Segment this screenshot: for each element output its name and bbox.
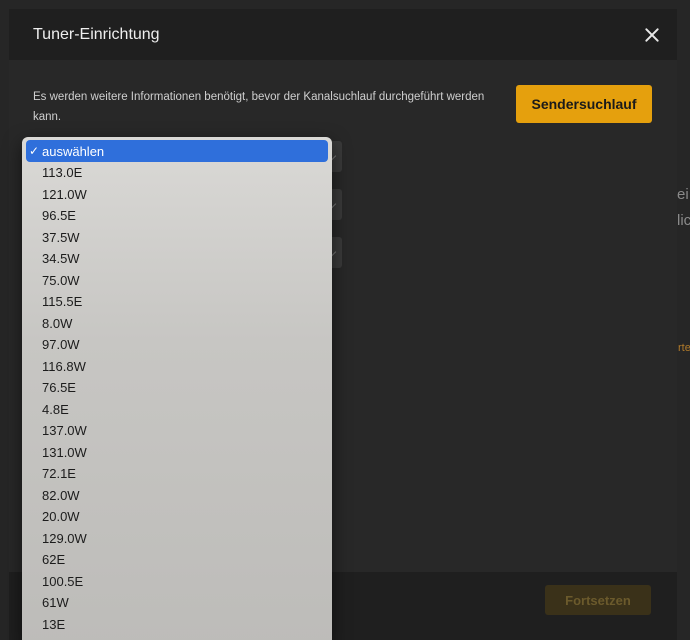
dropdown-option[interactable]: 116.8W: [22, 356, 332, 378]
close-icon[interactable]: [645, 28, 659, 42]
dropdown-option[interactable]: 75.0W: [22, 270, 332, 292]
dropdown-option[interactable]: 121.0W: [22, 184, 332, 206]
dropdown-option[interactable]: 100.5E: [22, 571, 332, 593]
dropdown-option[interactable]: 129.0W: [22, 528, 332, 550]
dropdown-option[interactable]: 37.5W: [22, 227, 332, 249]
dialog-title: Tuner-Einrichtung: [33, 25, 160, 43]
dropdown-option[interactable]: 76.5E: [22, 377, 332, 399]
dropdown-option[interactable]: 61W: [22, 592, 332, 614]
dropdown-option[interactable]: 113.0E: [22, 162, 332, 184]
dropdown-option[interactable]: 131.0W: [22, 442, 332, 464]
dropdown-option[interactable]: 34.5W: [22, 248, 332, 270]
dropdown-option[interactable]: 115.5E: [22, 291, 332, 313]
satellite-dropdown-list[interactable]: ✓ auswählen 113.0E 121.0W 96.5E 37.5W 34.5W 7…: [22, 137, 332, 640]
dropdown-option[interactable]: 4.8E: [22, 399, 332, 421]
dropdown-option[interactable]: 62E: [22, 549, 332, 571]
dropdown-option[interactable]: 13E: [22, 614, 332, 636]
dropdown-option[interactable]: 137.0W: [22, 420, 332, 442]
background-link-fragment: rte: [678, 342, 690, 354]
info-message: Es werden weitere Informationen benötigt…: [33, 91, 485, 123]
channel-scan-button[interactable]: Sendersuchlauf: [516, 85, 652, 123]
dropdown-option[interactable]: 82.0W: [22, 485, 332, 507]
dropdown-option[interactable]: 8.0W: [22, 313, 332, 335]
background-text-fragment: ei: [677, 186, 689, 203]
dropdown-option[interactable]: 20.0W: [22, 506, 332, 528]
option-label: auswählen: [42, 143, 105, 159]
background-text-fragment: lic: [677, 212, 690, 229]
dropdown-option[interactable]: 72.1E: [22, 463, 332, 485]
dropdown-option[interactable]: 97.0W: [22, 334, 332, 356]
dropdown-option[interactable]: 96.5E: [22, 205, 332, 227]
checkmark-icon: ✓: [29, 144, 40, 158]
dialog-header: Tuner-Einrichtung: [9, 9, 677, 60]
continue-button[interactable]: Fortsetzen: [545, 585, 651, 615]
dropdown-option-selected[interactable]: ✓ auswählen: [26, 140, 328, 162]
